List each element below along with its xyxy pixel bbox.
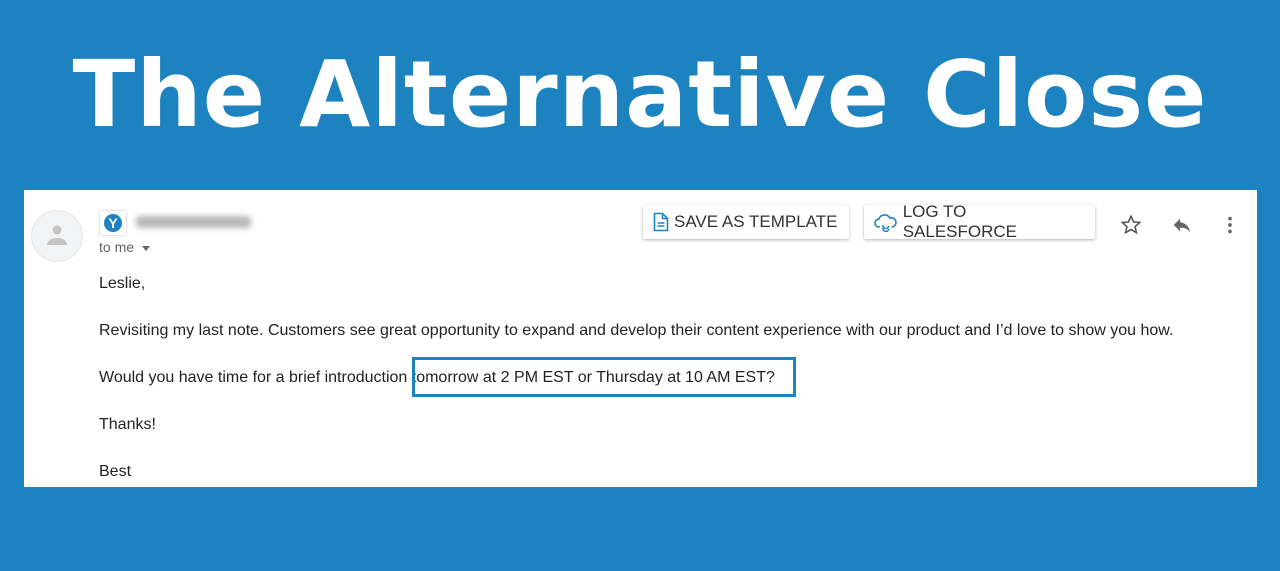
star-icon[interactable] bbox=[1120, 214, 1142, 236]
reply-icon[interactable] bbox=[1170, 214, 1194, 236]
person-icon bbox=[47, 225, 67, 245]
alternative-close-highlight bbox=[412, 357, 796, 397]
headline: The Alternative Close bbox=[72, 41, 1208, 148]
email-signoff: Best bbox=[99, 463, 132, 480]
sender-avatar bbox=[31, 210, 83, 262]
caret-down-icon bbox=[142, 245, 151, 251]
email-card: Y to me SAVE AS TEMPLATE LOG TO SALESFOR… bbox=[24, 190, 1257, 487]
email-paragraph: Revisiting my last note. Customers see g… bbox=[99, 322, 1174, 339]
recipient-dropdown[interactable]: to me bbox=[99, 239, 151, 255]
document-icon bbox=[653, 212, 669, 232]
sender-logo-icon: Y bbox=[100, 211, 126, 235]
log-to-salesforce-button[interactable]: LOG TO SALESFORCE bbox=[864, 202, 1095, 241]
cloud-sync-icon bbox=[874, 214, 897, 232]
more-options-icon[interactable] bbox=[1222, 214, 1238, 236]
email-greeting: Leslie, bbox=[99, 275, 146, 292]
sender-name-blurred bbox=[136, 216, 251, 228]
save-as-template-button[interactable]: SAVE AS TEMPLATE bbox=[643, 205, 850, 239]
email-thanks: Thanks! bbox=[99, 416, 156, 433]
